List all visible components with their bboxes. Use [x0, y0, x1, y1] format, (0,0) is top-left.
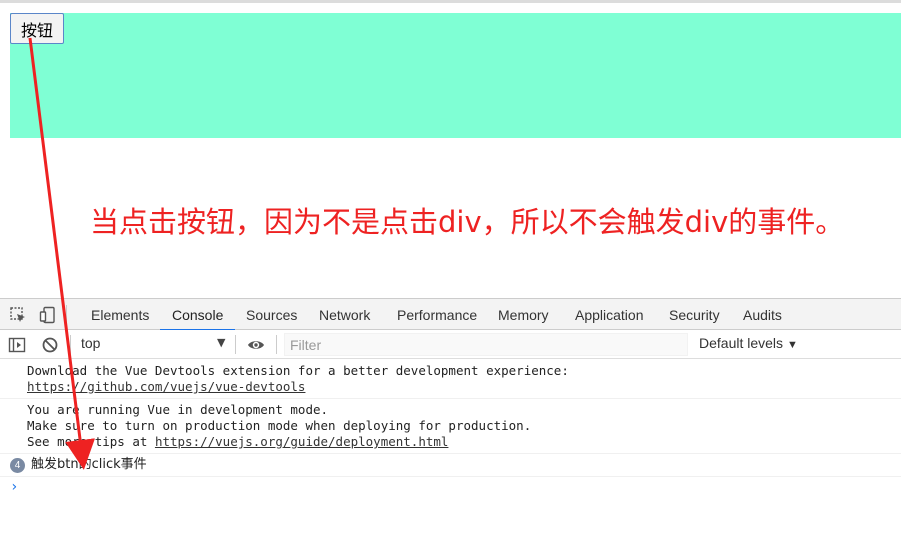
- tab-memory[interactable]: Memory: [498, 299, 549, 330]
- message-text: Make sure to turn on production mode whe…: [27, 418, 532, 433]
- tab-performance[interactable]: Performance: [397, 299, 477, 330]
- top-border: [0, 0, 901, 3]
- tab-network[interactable]: Network: [319, 299, 370, 330]
- message-text: See more tips at: [27, 434, 155, 449]
- filterbar-divider: [276, 335, 277, 354]
- prompt-chevron-icon: ›: [10, 479, 19, 495]
- eye-icon[interactable]: [247, 336, 265, 354]
- message-link[interactable]: https://vuejs.org/guide/deployment.html: [155, 434, 449, 449]
- chevron-down-icon[interactable]: ▼: [217, 336, 225, 349]
- chevron-down-icon: ▼: [786, 339, 798, 351]
- sidebar-toggle-icon[interactable]: [8, 336, 26, 354]
- devtools-panel: Elements Console Sources Network Perform…: [0, 298, 901, 550]
- inspect-element-icon[interactable]: [9, 306, 27, 324]
- tab-elements[interactable]: Elements: [91, 299, 149, 330]
- tabbar-divider: [66, 305, 67, 325]
- filter-input[interactable]: [284, 333, 688, 356]
- context-selector[interactable]: top: [81, 335, 100, 351]
- message-text: Download the Vue Devtools extension for …: [27, 363, 569, 378]
- console-message: Download the Vue Devtools extension for …: [0, 360, 901, 399]
- tab-security[interactable]: Security: [669, 299, 720, 330]
- console-prompt[interactable]: ›: [0, 477, 901, 497]
- tab-console[interactable]: Console: [159, 299, 236, 331]
- message-link[interactable]: https://github.com/vuejs/vue-devtools: [27, 379, 901, 395]
- repeat-count-badge: 4: [10, 458, 25, 473]
- annotation-text: 当点击按钮，因为不是点击div，所以不会触发div的事件。: [90, 205, 845, 239]
- tab-application[interactable]: Application: [575, 299, 644, 330]
- filterbar-divider: [235, 335, 236, 354]
- clear-console-icon[interactable]: [41, 336, 59, 354]
- filterbar-divider: [70, 335, 71, 354]
- log-levels-dropdown[interactable]: Default levels ▼: [699, 335, 798, 351]
- tab-audits[interactable]: Audits: [743, 299, 782, 330]
- device-toolbar-icon[interactable]: [39, 306, 57, 324]
- message-text: 触发btn的click事件: [31, 457, 147, 472]
- page-button[interactable]: 按钮: [10, 13, 64, 44]
- console-message: You are running Vue in development mode.…: [0, 399, 901, 454]
- message-text-line: See more tips at https://vuejs.org/guide…: [27, 434, 901, 450]
- tab-sources[interactable]: Sources: [246, 299, 297, 330]
- console-message: 4 触发btn的click事件: [0, 454, 901, 477]
- console-messages: Download the Vue Devtools extension for …: [0, 360, 901, 497]
- console-filter-bar: top ▼ Default levels ▼: [0, 330, 901, 359]
- page: 按钮 当点击按钮，因为不是点击div，所以不会触发div的事件。 Element…: [0, 0, 901, 550]
- devtools-tabbar: Elements Console Sources Network Perform…: [0, 298, 901, 331]
- target-div[interactable]: [10, 13, 901, 138]
- message-text: You are running Vue in development mode.: [27, 402, 329, 417]
- log-levels-label: Default levels: [699, 335, 784, 351]
